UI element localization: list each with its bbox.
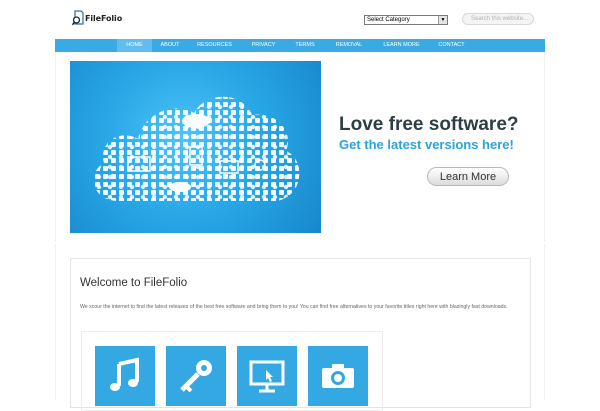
nav-item-learn-more[interactable]: LEARN MORE — [374, 39, 429, 52]
welcome-text: We scour the internet to find the latest… — [80, 304, 508, 310]
nav-item-about[interactable]: ABOUT — [152, 39, 188, 52]
search-input[interactable]: Search this website... — [462, 13, 534, 25]
nav-item-privacy[interactable]: PRIVACY — [241, 39, 286, 52]
tile-music[interactable] — [95, 346, 155, 406]
chevron-down-icon[interactable]: ▼ — [438, 16, 447, 24]
tile-key[interactable] — [166, 346, 226, 406]
welcome-box: Welcome to FileFolio We scour the intern… — [70, 258, 531, 411]
welcome-title: Welcome to FileFolio — [80, 277, 188, 289]
monitor-icon — [249, 360, 285, 393]
cloud-icons-banner — [70, 61, 321, 233]
learn-more-button[interactable]: Learn More — [427, 167, 509, 186]
tile-monitor[interactable] — [237, 346, 297, 406]
nav-item-home[interactable]: HOME — [117, 39, 152, 52]
nav-item-resources[interactable]: RESOURCES — [188, 39, 241, 52]
hero-subtitle: Get the latest versions here! — [339, 137, 514, 152]
logo-text: FileFolio — [85, 13, 123, 23]
main-content: Welcome to FileFolio We scour the intern… — [55, 244, 545, 411]
music-icon — [110, 357, 139, 391]
main-nav: HOME ABOUT RESOURCES PRIVACY TERMS REMOV… — [55, 39, 545, 52]
category-tiles — [81, 331, 383, 411]
nav-item-removal[interactable]: REMOVAL — [324, 39, 374, 52]
site-header: FileFolio Select Category ▼ Search this … — [0, 0, 600, 38]
nav-item-terms[interactable]: TERMS — [286, 39, 324, 52]
category-select[interactable]: Select Category ▼ — [364, 15, 448, 25]
key-icon — [180, 360, 212, 393]
folder-search-icon — [72, 10, 84, 26]
site-logo[interactable]: FileFolio — [72, 8, 122, 28]
category-select-value: Select Category — [367, 17, 410, 23]
tile-camera[interactable] — [308, 346, 368, 406]
cloud-icon — [93, 96, 300, 201]
hero-section: Love free software? Get the latest versi… — [55, 52, 545, 242]
nav-item-contact[interactable]: CONTACT — [429, 39, 474, 52]
camera-icon — [322, 364, 354, 388]
hero-title: Love free software? — [339, 114, 519, 135]
